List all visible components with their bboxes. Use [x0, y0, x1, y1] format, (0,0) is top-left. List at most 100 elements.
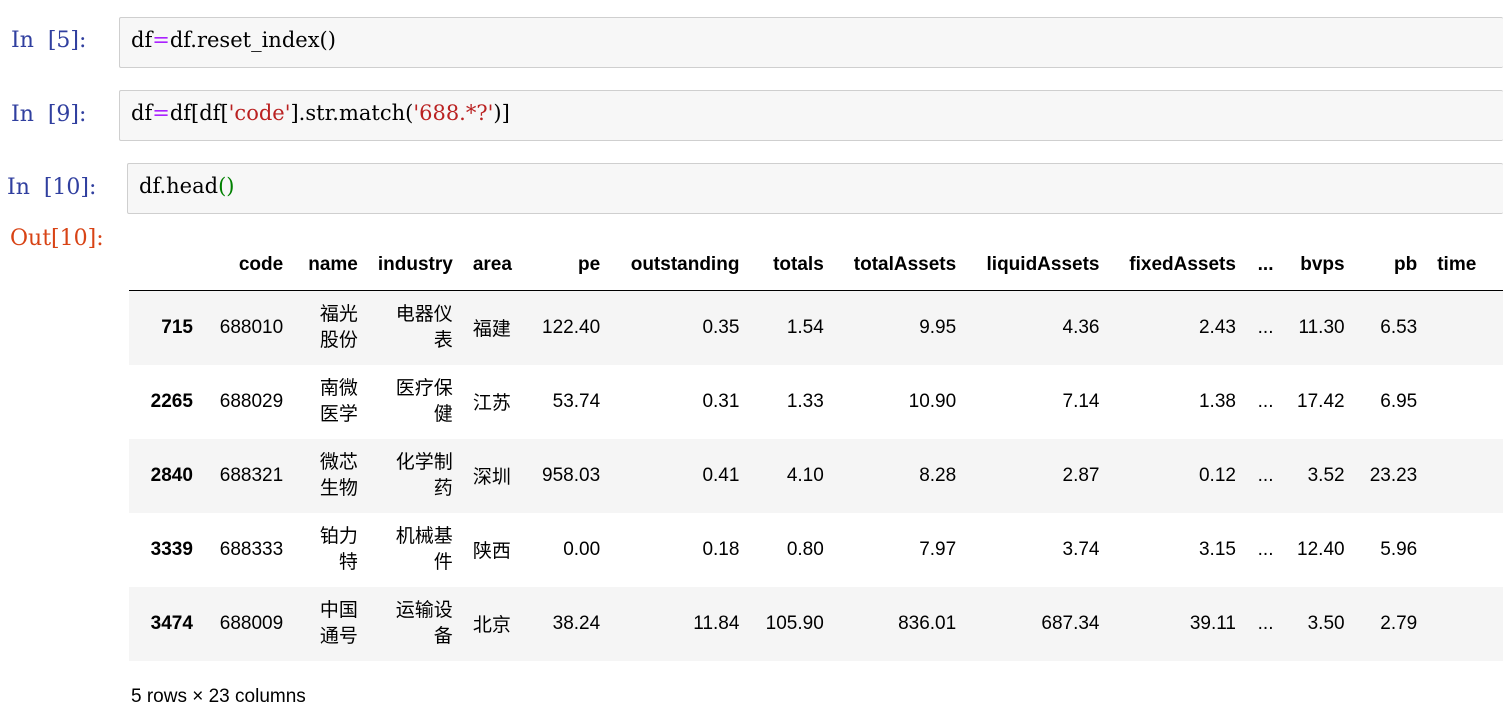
- column-header-ellipsis: ...: [1245, 240, 1284, 291]
- column-header-totalassets: totalAssets: [833, 240, 967, 291]
- cell-fixedassets: 2.43: [1198, 316, 1236, 338]
- row-index: 2265: [150, 390, 193, 412]
- cell-time: [1427, 513, 1503, 587]
- cell-pb: 5.96: [1380, 538, 1418, 560]
- cell-name: 铂力特: [319, 525, 358, 573]
- input-prompt-5: In [5]:: [11, 28, 87, 53]
- column-header-area: area: [462, 240, 526, 291]
- cell-outstanding: 0.35: [702, 316, 740, 338]
- cell-liquidassets: 7.14: [1062, 390, 1100, 412]
- cell-name: 南微医学: [319, 377, 358, 425]
- table-row: 3339 688333 铂力特 机械基件 陕西 0.00 0.18 0.80 7…: [129, 513, 1503, 587]
- cell-ellipsis: ...: [1257, 316, 1274, 338]
- cell-totalassets: 8.28: [919, 464, 957, 486]
- cell-pb: 23.23: [1369, 464, 1418, 486]
- table-header-row: code name industry area pe outstanding t…: [129, 240, 1503, 291]
- cell-pe: 958.03: [542, 464, 601, 486]
- cell-name: 中国通号: [319, 599, 358, 647]
- cell-area: 福建: [472, 319, 511, 341]
- cell-pb: 2.79: [1380, 612, 1418, 634]
- cell-outstanding: 0.18: [702, 538, 740, 560]
- table-row: 2265 688029 南微医学 医疗保健 江苏 53.74 0.31 1.33…: [129, 365, 1503, 439]
- cell-fixedassets: 3.15: [1198, 538, 1236, 560]
- row-index: 3339: [150, 538, 193, 560]
- cell-pb: 6.95: [1380, 390, 1418, 412]
- row-index: 715: [161, 316, 193, 338]
- table-row: 3474 688009 中国通号 运输设备 北京 38.24 11.84 105…: [129, 586, 1503, 661]
- cell-outstanding: 11.84: [693, 612, 740, 634]
- cell-industry: 运输设备: [395, 599, 453, 647]
- column-header-time: time: [1427, 240, 1503, 291]
- code-line: df=df.reset_index(): [131, 28, 336, 52]
- cell-pe: 53.74: [552, 390, 601, 412]
- cell-ellipsis: ...: [1257, 612, 1274, 634]
- column-header-totals: totals: [749, 240, 834, 291]
- cell-code: 688029: [219, 390, 284, 412]
- cell-liquidassets: 687.34: [1041, 612, 1100, 634]
- column-header-index: [129, 240, 203, 291]
- cell-area: 江苏: [472, 393, 511, 414]
- cell-area: 深圳: [472, 467, 511, 488]
- cell-ellipsis: ...: [1257, 464, 1274, 486]
- cell-liquidassets: 3.74: [1062, 538, 1100, 560]
- column-header-name: name: [293, 240, 368, 291]
- code-line: df.head(): [139, 174, 235, 198]
- cell-code: 688009: [219, 612, 284, 634]
- column-header-pe: pe: [525, 240, 611, 291]
- cell-time: [1427, 291, 1503, 365]
- row-index: 3474: [150, 612, 193, 634]
- cell-outstanding: 0.31: [702, 390, 740, 412]
- input-prompt-9: In [9]:: [11, 102, 87, 127]
- column-header-industry: industry: [367, 240, 463, 291]
- cell-pe: 38.24: [552, 612, 601, 634]
- cell-totalassets: 9.95: [919, 316, 957, 338]
- cell-industry: 电器仪表: [395, 303, 453, 351]
- cell-name: 微芯生物: [319, 451, 358, 499]
- cell-bvps: 17.42: [1297, 390, 1345, 412]
- cell-liquidassets: 4.36: [1062, 316, 1100, 338]
- code-cell-10[interactable]: df.head(): [127, 163, 1503, 214]
- code-cell-5[interactable]: df=df.reset_index(): [119, 17, 1503, 68]
- dataframe-table: code name industry area pe outstanding t…: [129, 240, 1503, 661]
- cell-code: 688321: [219, 464, 284, 486]
- row-index: 2840: [150, 464, 193, 486]
- cell-totals: 0.80: [786, 538, 824, 560]
- cell-pb: 6.53: [1380, 316, 1418, 338]
- cell-totals: 105.90: [765, 612, 824, 634]
- column-header-bvps: bvps: [1283, 240, 1355, 291]
- cell-time: [1427, 365, 1503, 439]
- column-header-code: code: [202, 240, 294, 291]
- cell-industry: 化学制药: [395, 451, 453, 499]
- cell-totalassets: 10.90: [908, 390, 957, 412]
- cell-ellipsis: ...: [1257, 538, 1274, 560]
- cell-outstanding: 0.41: [702, 464, 740, 486]
- table-row: 715 688010 福光股份 电器仪表 福建 122.40 0.35 1.54…: [129, 290, 1503, 365]
- cell-ellipsis: ...: [1257, 390, 1274, 412]
- cell-name: 福光股份: [319, 303, 358, 351]
- code-line: df=df[df['code'].str.match('688.*?')]: [131, 101, 510, 125]
- code-cell-9[interactable]: df=df[df['code'].str.match('688.*?')]: [119, 90, 1503, 141]
- cell-industry: 医疗保健: [395, 377, 453, 425]
- cell-area: 北京: [472, 615, 511, 636]
- cell-fixedassets: 39.11: [1189, 612, 1236, 634]
- cell-time: [1427, 439, 1503, 513]
- output-prompt-10: Out[10]:: [10, 226, 104, 251]
- cell-industry: 机械基件: [395, 525, 453, 573]
- column-header-liquidassets: liquidAssets: [966, 240, 1110, 291]
- dataframe-shape-footer: 5 rows × 23 columns: [131, 686, 306, 707]
- cell-bvps: 12.40: [1297, 538, 1345, 560]
- cell-fixedassets: 1.38: [1198, 390, 1236, 412]
- cell-bvps: 3.52: [1307, 464, 1345, 486]
- cell-code: 688010: [219, 316, 284, 338]
- cell-pe: 122.40: [542, 316, 601, 338]
- cell-liquidassets: 2.87: [1062, 464, 1100, 486]
- column-header-fixedassets: fixedAssets: [1109, 240, 1246, 291]
- cell-time: [1427, 587, 1503, 661]
- cell-area: 陕西: [472, 541, 511, 562]
- cell-totalassets: 836.01: [898, 612, 957, 634]
- cell-code: 688333: [219, 538, 284, 560]
- table-row: 2840 688321 微芯生物 化学制药 深圳 958.03 0.41 4.1…: [129, 438, 1503, 513]
- cell-fixedassets: 0.12: [1198, 464, 1236, 486]
- cell-pe: 0.00: [563, 538, 601, 560]
- dataframe-output: code name industry area pe outstanding t…: [129, 240, 1503, 661]
